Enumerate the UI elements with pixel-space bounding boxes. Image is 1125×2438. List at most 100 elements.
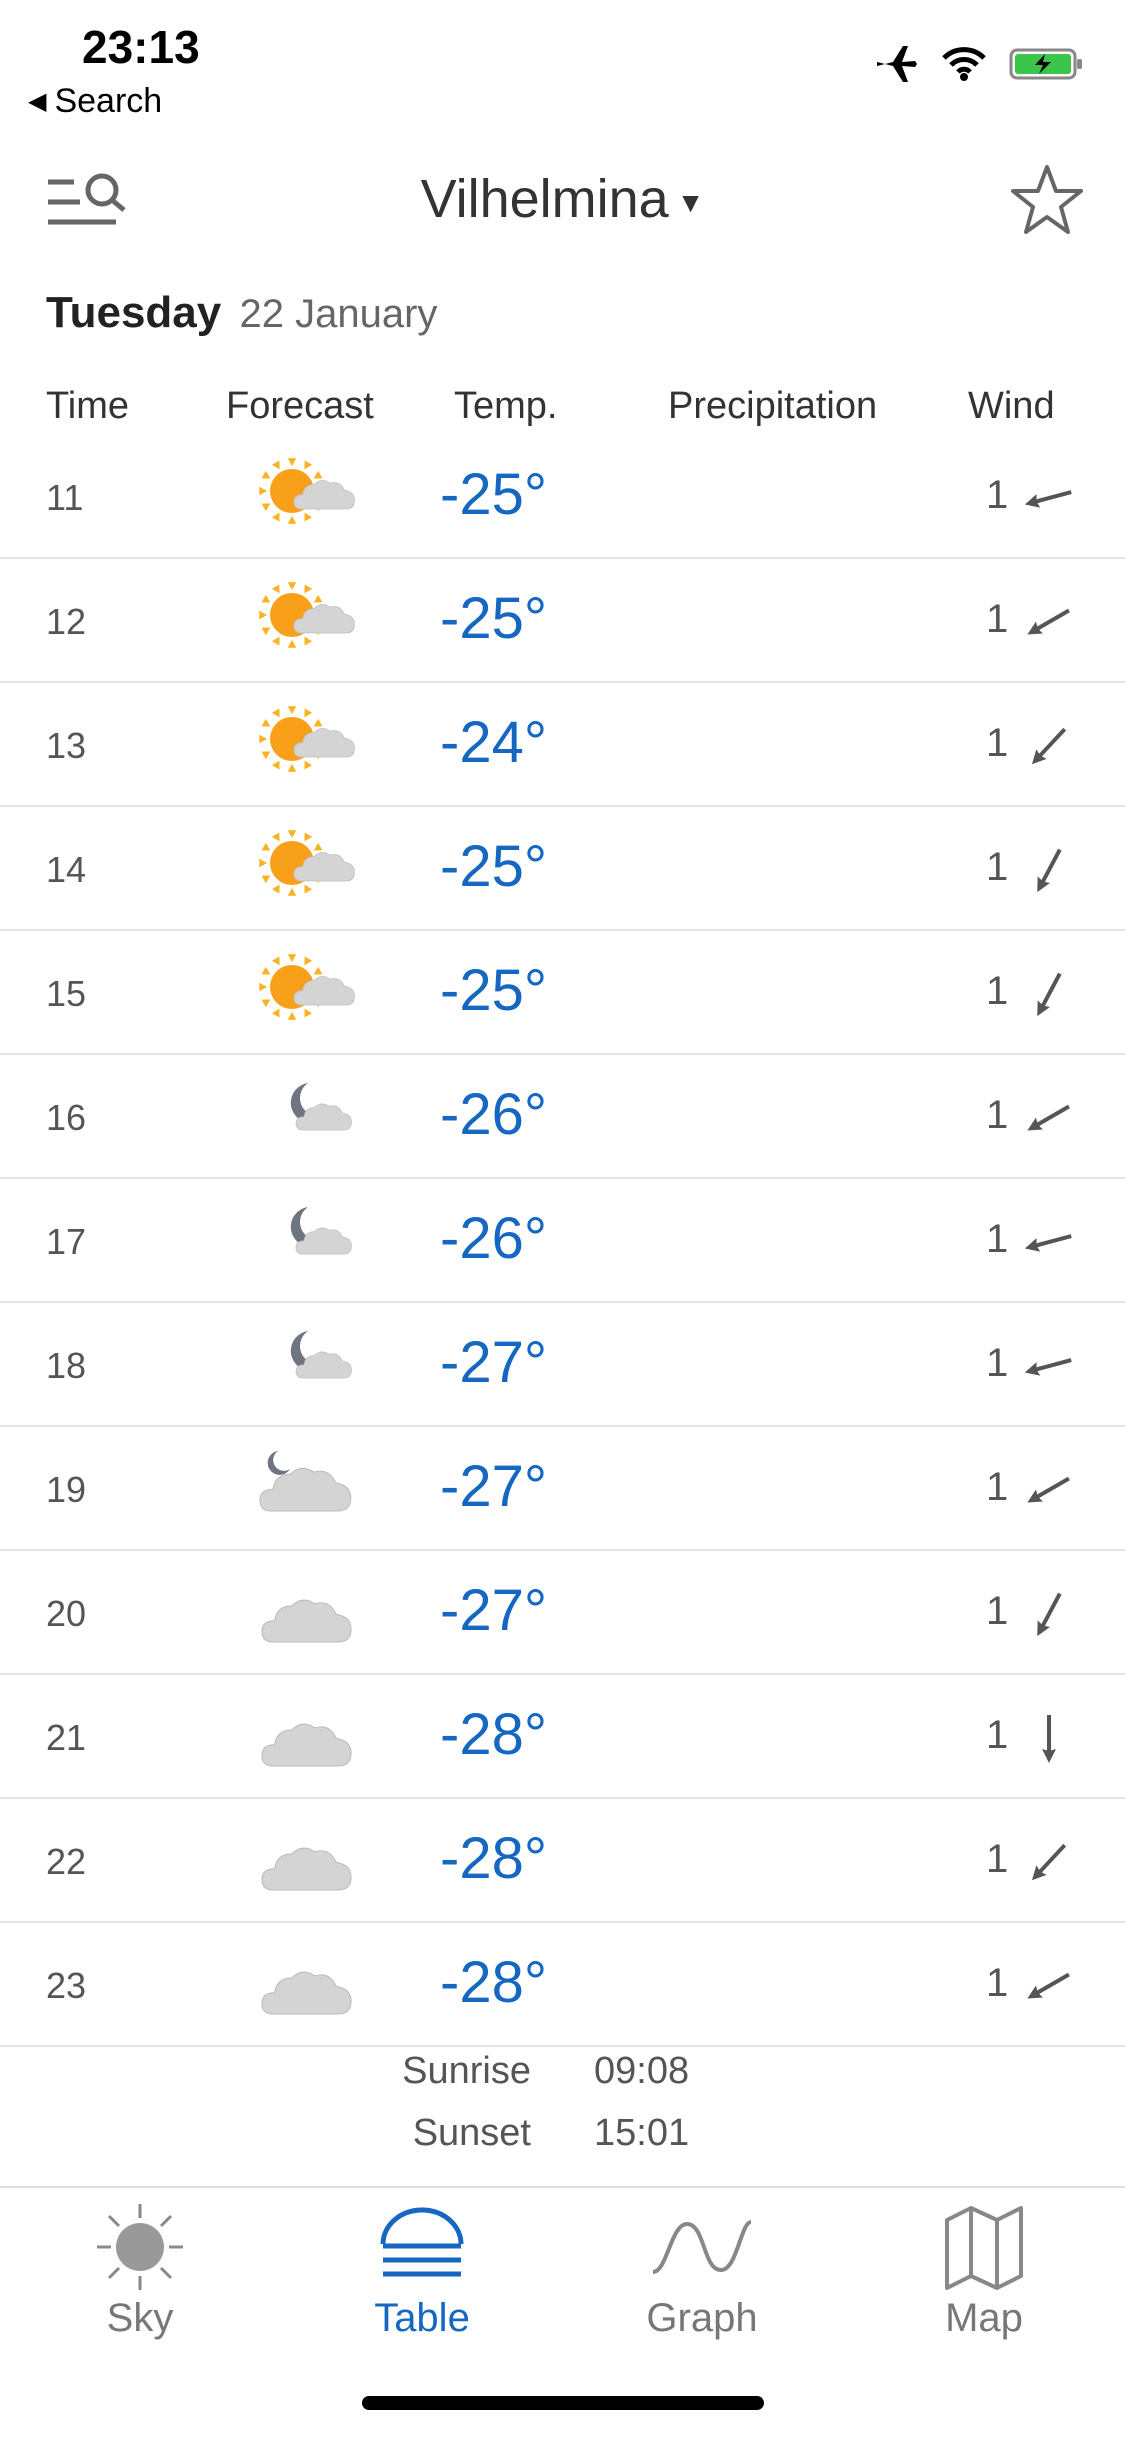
back-label: Search bbox=[54, 82, 163, 120]
wind-direction-arrow-icon bbox=[1037, 848, 1062, 893]
row-temperature: -25° bbox=[440, 586, 548, 651]
cloud-icon bbox=[261, 1723, 352, 1767]
wind-direction-arrow-icon bbox=[1037, 1592, 1062, 1637]
moon-cloudy-icon bbox=[259, 1451, 352, 1512]
sunrise-time: 09:08 bbox=[594, 2050, 690, 2092]
status-bar: 23:13 ◀ Search bbox=[0, 0, 1125, 130]
row-time: 16 bbox=[46, 1097, 87, 1138]
wind-direction-arrow-icon bbox=[1031, 1843, 1067, 1881]
wind-direction-arrow-icon bbox=[1024, 1358, 1072, 1376]
cloud-icon bbox=[261, 1971, 352, 2015]
row-time: 11 bbox=[46, 477, 84, 518]
row-wind-speed: 1 bbox=[986, 969, 1009, 1013]
moon-cloud-icon bbox=[290, 1083, 352, 1131]
back-arrow-icon: ◀ bbox=[28, 88, 47, 115]
location-name: Vilhelmina bbox=[420, 169, 669, 229]
status-icons bbox=[873, 44, 1085, 84]
wind-direction-arrow-icon bbox=[1042, 1715, 1056, 1763]
wind-direction-arrow-icon bbox=[1037, 972, 1062, 1017]
forecast-row[interactable]: 12 -25° 1 bbox=[0, 559, 1125, 683]
table-icon bbox=[380, 2207, 464, 2277]
row-time: 18 bbox=[46, 1345, 87, 1386]
wind-direction-arrow-icon bbox=[1024, 490, 1072, 508]
row-temperature: -28° bbox=[440, 1950, 548, 2015]
row-temperature: -25° bbox=[440, 462, 548, 527]
row-time: 20 bbox=[46, 1593, 87, 1634]
back-to-search-link[interactable]: ◀ Search bbox=[28, 82, 162, 121]
tab-table[interactable]: Table bbox=[322, 2202, 522, 2341]
sun-cloud-icon bbox=[259, 706, 355, 772]
wind-direction-arrow-icon bbox=[1031, 727, 1067, 765]
row-wind-speed: 1 bbox=[986, 845, 1009, 889]
row-time: 13 bbox=[46, 725, 87, 766]
row-wind-speed: 1 bbox=[986, 1837, 1009, 1881]
sun-times: Sunrise 09:08 Sunset 15:01 bbox=[0, 2050, 1125, 2174]
star-icon[interactable] bbox=[1009, 162, 1085, 238]
battery-charging-icon bbox=[1009, 48, 1082, 80]
row-time: 17 bbox=[46, 1221, 87, 1262]
wifi-icon bbox=[942, 47, 986, 81]
row-wind-speed: 1 bbox=[986, 1589, 1009, 1633]
forecast-row[interactable]: 13 -24° 1 bbox=[0, 683, 1125, 807]
forecast-row[interactable]: 14 -25° 1 bbox=[0, 807, 1125, 931]
app-header: Vilhelmina ▼ bbox=[0, 150, 1125, 260]
row-time: 15 bbox=[46, 973, 87, 1014]
forecast-row[interactable]: 20 -27° 1 bbox=[0, 1551, 1125, 1675]
tab-graph[interactable]: Graph bbox=[602, 2202, 802, 2341]
sun-cloud-icon bbox=[259, 458, 355, 524]
row-temperature: -27° bbox=[440, 1330, 548, 1395]
airplane-icon bbox=[877, 46, 917, 82]
row-wind-speed: 1 bbox=[986, 721, 1009, 765]
forecast-row[interactable]: 11 -25° 1 bbox=[0, 435, 1125, 559]
cloud-icon bbox=[261, 1599, 352, 1643]
row-wind-speed: 1 bbox=[986, 473, 1009, 517]
row-temperature: -27° bbox=[440, 1454, 548, 1519]
forecast-row[interactable]: 23 -28° 1 bbox=[0, 1923, 1125, 2047]
row-time: 21 bbox=[46, 1717, 87, 1758]
sunset-time: 15:01 bbox=[594, 2112, 690, 2154]
row-wind-speed: 1 bbox=[986, 1341, 1009, 1385]
wind-direction-arrow-icon bbox=[1027, 1476, 1070, 1503]
row-wind-speed: 1 bbox=[986, 1465, 1009, 1509]
forecast-row[interactable]: 15 -25° 1 bbox=[0, 931, 1125, 1055]
forecast-row[interactable]: 18 -27° 1 bbox=[0, 1303, 1125, 1427]
graph-icon bbox=[652, 2220, 752, 2274]
forecast-row[interactable]: 21 -28° 1 bbox=[0, 1675, 1125, 1799]
row-time: 19 bbox=[46, 1469, 87, 1510]
row-temperature: -28° bbox=[440, 1702, 548, 1767]
col-temp: Temp. bbox=[454, 385, 558, 427]
sun-cloud-icon bbox=[259, 954, 355, 1020]
wind-direction-arrow-icon bbox=[1027, 608, 1070, 635]
tab-map[interactable]: Map bbox=[884, 2202, 1084, 2341]
forecast-row[interactable]: 17 -26° 1 bbox=[0, 1179, 1125, 1303]
row-wind-speed: 1 bbox=[986, 1093, 1009, 1137]
forecast-row[interactable]: 16 -26° 1 bbox=[0, 1055, 1125, 1179]
moon-cloud-icon bbox=[290, 1207, 352, 1255]
table-header: Time Forecast Temp. Precipitation Wind bbox=[0, 385, 1125, 435]
sun-cloud-icon bbox=[259, 830, 355, 896]
row-temperature: -26° bbox=[440, 1206, 548, 1271]
row-wind-speed: 1 bbox=[986, 1217, 1009, 1261]
row-temperature: -28° bbox=[440, 1826, 548, 1891]
sunset-row: Sunset 15:01 bbox=[0, 2112, 1125, 2174]
sunrise-row: Sunrise 09:08 bbox=[0, 2050, 1125, 2112]
tab-sky[interactable]: Sky bbox=[40, 2202, 240, 2341]
sunrise-label: Sunrise bbox=[402, 2050, 531, 2092]
tab-sky-label: Sky bbox=[106, 2296, 174, 2340]
row-temperature: -24° bbox=[440, 710, 548, 775]
location-selector[interactable]: Vilhelmina ▼ bbox=[0, 168, 1125, 230]
forecast-date: Tuesday 22 January bbox=[46, 288, 437, 338]
row-time: 23 bbox=[46, 1965, 87, 2006]
col-forecast: Forecast bbox=[226, 385, 374, 427]
row-temperature: -27° bbox=[440, 1578, 548, 1643]
row-wind-speed: 1 bbox=[986, 1961, 1009, 2005]
col-precipitation: Precipitation bbox=[668, 385, 878, 427]
sun-icon bbox=[97, 2204, 183, 2290]
moon-cloud-icon bbox=[290, 1331, 352, 1379]
cloud-icon bbox=[261, 1847, 352, 1891]
forecast-row[interactable]: 22 -28° 1 bbox=[0, 1799, 1125, 1923]
wind-direction-arrow-icon bbox=[1024, 1234, 1072, 1252]
col-wind: Wind bbox=[968, 385, 1055, 427]
forecast-row[interactable]: 19 -27° 1 bbox=[0, 1427, 1125, 1551]
date-day: Tuesday bbox=[46, 288, 222, 337]
